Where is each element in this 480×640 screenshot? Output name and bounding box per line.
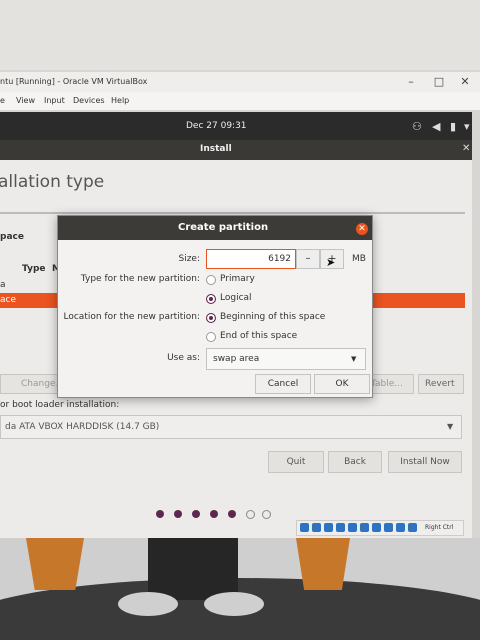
use-as-value: swap area (213, 354, 260, 364)
plant-pot-left (26, 538, 84, 590)
radio-logical[interactable] (206, 294, 216, 304)
bootloader-label: or boot loader installation: (0, 400, 120, 410)
cpu-icon[interactable] (396, 523, 405, 532)
installer-title: Install (200, 144, 232, 154)
menu-machine[interactable]: e (0, 96, 5, 105)
menu-input[interactable]: Input (44, 96, 65, 105)
clock[interactable]: Dec 27 09:31 (186, 121, 247, 131)
install-now-button[interactable]: Install Now (388, 451, 462, 473)
mouse-cursor-icon: ➤ (326, 256, 336, 269)
radio-primary-label[interactable]: Primary (220, 274, 255, 284)
revert-button-label: Revert (425, 379, 455, 389)
back-button[interactable]: Back (328, 451, 382, 473)
network-icon[interactable]: ⚇ (412, 120, 422, 133)
size-decrement-button[interactable]: – (296, 249, 320, 269)
progress-dot (210, 510, 218, 518)
chevron-down-icon: ▼ (447, 422, 454, 431)
dialog-title: Create partition (178, 222, 269, 233)
usb-icon[interactable] (348, 523, 357, 532)
virtualbox-titlebar: ntu [Running] - Oracle VM VirtualBox – □… (0, 72, 480, 92)
monitor-bezel (0, 0, 480, 70)
progress-dot (156, 510, 164, 518)
ok-button-label: OK (335, 379, 349, 389)
menu-help[interactable]: Help (111, 96, 129, 105)
column-header-type: Type (22, 264, 46, 274)
change-button[interactable]: Change... (0, 374, 64, 394)
menu-devices[interactable]: Devices (73, 96, 105, 105)
progress-dot (228, 510, 236, 518)
radio-beginning-label[interactable]: Beginning of this space (220, 312, 325, 322)
audio-icon[interactable] (324, 523, 333, 532)
virtualbox-menubar: e View Input Devices Help (0, 92, 480, 110)
close-icon[interactable]: ✕ (458, 75, 472, 89)
installer-header: Install ✕ (0, 140, 472, 160)
progress-dot-empty (262, 510, 271, 519)
figure-shoe-right (204, 592, 264, 616)
dialog-close-icon[interactable]: ✕ (356, 223, 368, 235)
space-label: pace (0, 232, 24, 242)
table-button-label: Table... (371, 379, 403, 389)
display-icon[interactable] (372, 523, 381, 532)
virtualbox-statusbar: Right Ctrl (296, 520, 464, 536)
bootloader-value: da ATA VBOX HARDDISK (14.7 GB) (5, 422, 160, 432)
partition-type-label: Type for the new partition: (80, 274, 200, 284)
size-unit: MB (352, 254, 366, 264)
plant-pot-right (296, 538, 350, 590)
figure-legs (148, 538, 238, 600)
radio-logical-label[interactable]: Logical (220, 293, 252, 303)
installer-close-icon[interactable]: ✕ (462, 143, 470, 154)
network-icon[interactable] (336, 523, 345, 532)
background-illustration (0, 538, 480, 640)
ok-button[interactable]: OK (314, 374, 370, 394)
menu-view[interactable]: View (16, 96, 35, 105)
radio-primary[interactable] (206, 275, 216, 285)
progress-dot (192, 510, 200, 518)
cancel-button[interactable]: Cancel (255, 374, 311, 394)
mouse-integration-icon[interactable] (408, 523, 417, 532)
volume-icon[interactable]: ◀ (432, 120, 440, 133)
revert-button[interactable]: Revert (418, 374, 464, 394)
size-input[interactable]: 6192 (206, 249, 296, 269)
radio-beginning[interactable] (206, 313, 216, 323)
figure-shoe-left (118, 592, 178, 616)
use-as-label: Use as: (167, 353, 200, 363)
cancel-button-label: Cancel (267, 379, 299, 389)
table-row[interactable]: a (0, 280, 6, 290)
recording-icon[interactable] (384, 523, 393, 532)
install-now-label: Install Now (400, 457, 450, 467)
progress-dot (174, 510, 182, 518)
maximize-icon[interactable]: □ (432, 75, 446, 89)
use-as-select[interactable]: swap area ▼ (206, 348, 366, 370)
harddisk-icon[interactable] (300, 523, 309, 532)
window-title: ntu [Running] - Oracle VM VirtualBox (0, 77, 148, 86)
minimize-icon[interactable]: – (404, 75, 418, 89)
quit-button-label: Quit (286, 457, 306, 467)
battery-icon[interactable]: ▮ (450, 120, 456, 133)
shared-folder-icon[interactable] (360, 523, 369, 532)
partition-location-label: Location for the new partition: (63, 312, 201, 322)
host-key-label: Right Ctrl (425, 524, 454, 531)
dialog-titlebar: Create partition ✕ (58, 216, 372, 240)
page-title: allation type (0, 172, 105, 192)
progress-dot-empty (246, 510, 255, 519)
radio-end-label[interactable]: End of this space (220, 331, 297, 341)
create-partition-dialog: Create partition ✕ Size: 6192 – + MB Typ… (57, 215, 373, 398)
row-label: ace (0, 295, 17, 305)
size-label: Size: (178, 254, 200, 264)
optical-drive-icon[interactable] (312, 523, 321, 532)
gnome-top-bar: Dec 27 09:31 ⚇ ◀ ▮ ▾ (0, 112, 472, 140)
chevron-down-icon: ▼ (351, 355, 357, 363)
new-partition-table-button[interactable]: Table... (368, 374, 414, 394)
radio-end[interactable] (206, 332, 216, 342)
quit-button[interactable]: Quit (268, 451, 324, 473)
size-value: 6192 (268, 254, 291, 264)
chevron-down-icon[interactable]: ▾ (464, 120, 470, 133)
bootloader-select[interactable]: da ATA VBOX HARDDISK (14.7 GB) ▼ (0, 415, 462, 439)
back-button-label: Back (344, 457, 366, 467)
